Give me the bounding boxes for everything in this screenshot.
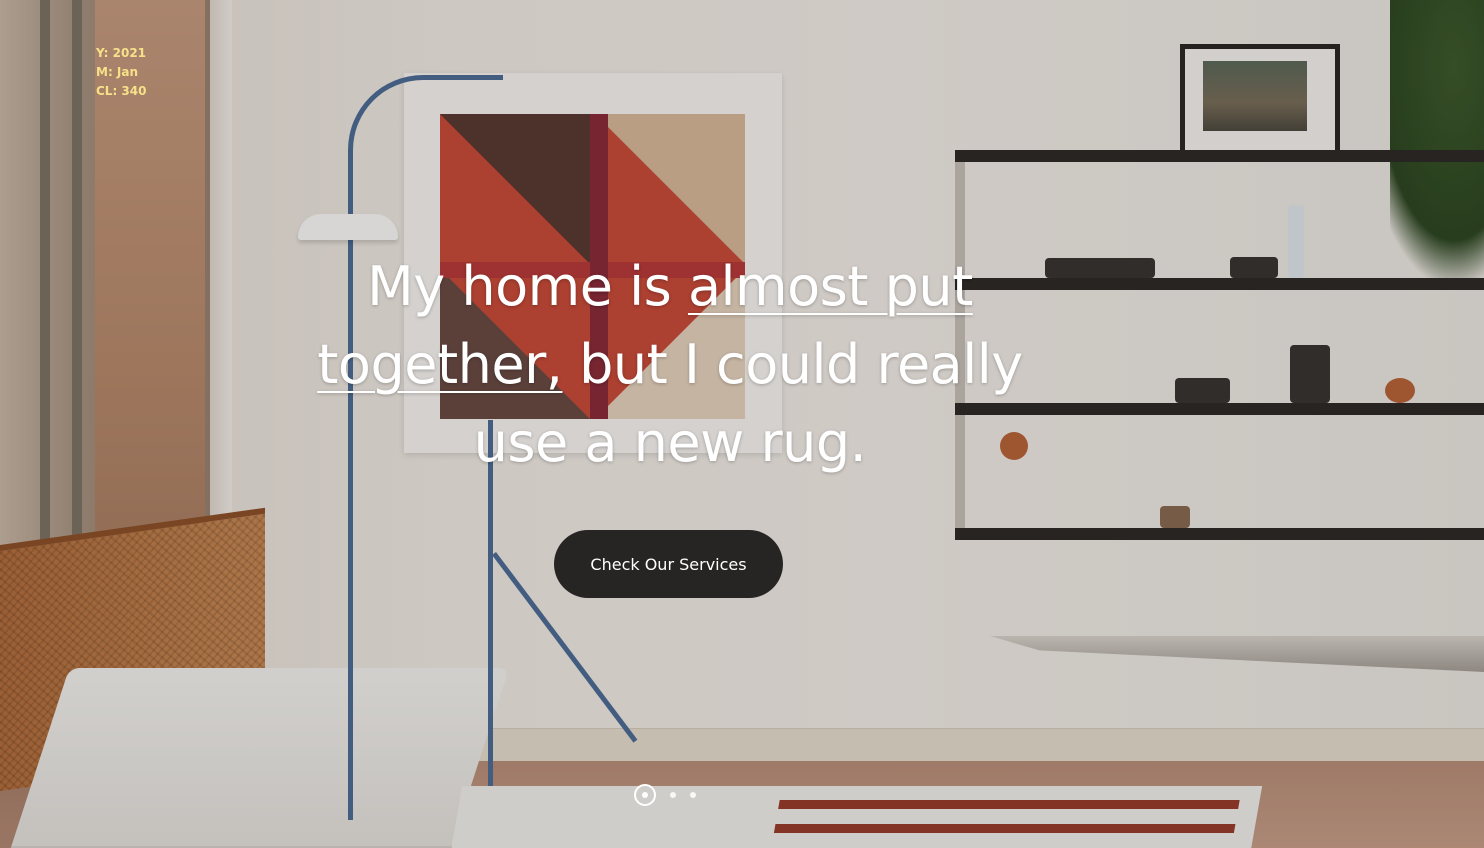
meta-month: M: Jan xyxy=(96,65,139,79)
meta-cl: CL: 340 xyxy=(96,84,147,98)
slide-dot-2[interactable] xyxy=(670,792,676,798)
slide-dot-1[interactable] xyxy=(634,784,656,806)
image-metadata: Y: 2021 M: Jan CL: 340 xyxy=(96,44,146,101)
slider-pagination xyxy=(634,783,696,807)
hero-headline: My home is almost put together, but I co… xyxy=(300,248,1040,482)
check-services-button[interactable]: Check Our Services xyxy=(554,530,783,598)
hero-section: Y: 2021 M: Jan CL: 340 My home is almost… xyxy=(0,0,1484,848)
headline-text-start: My home is xyxy=(367,255,688,318)
meta-year: Y: 2021 xyxy=(96,46,147,60)
slide-dot-3[interactable] xyxy=(690,792,696,798)
